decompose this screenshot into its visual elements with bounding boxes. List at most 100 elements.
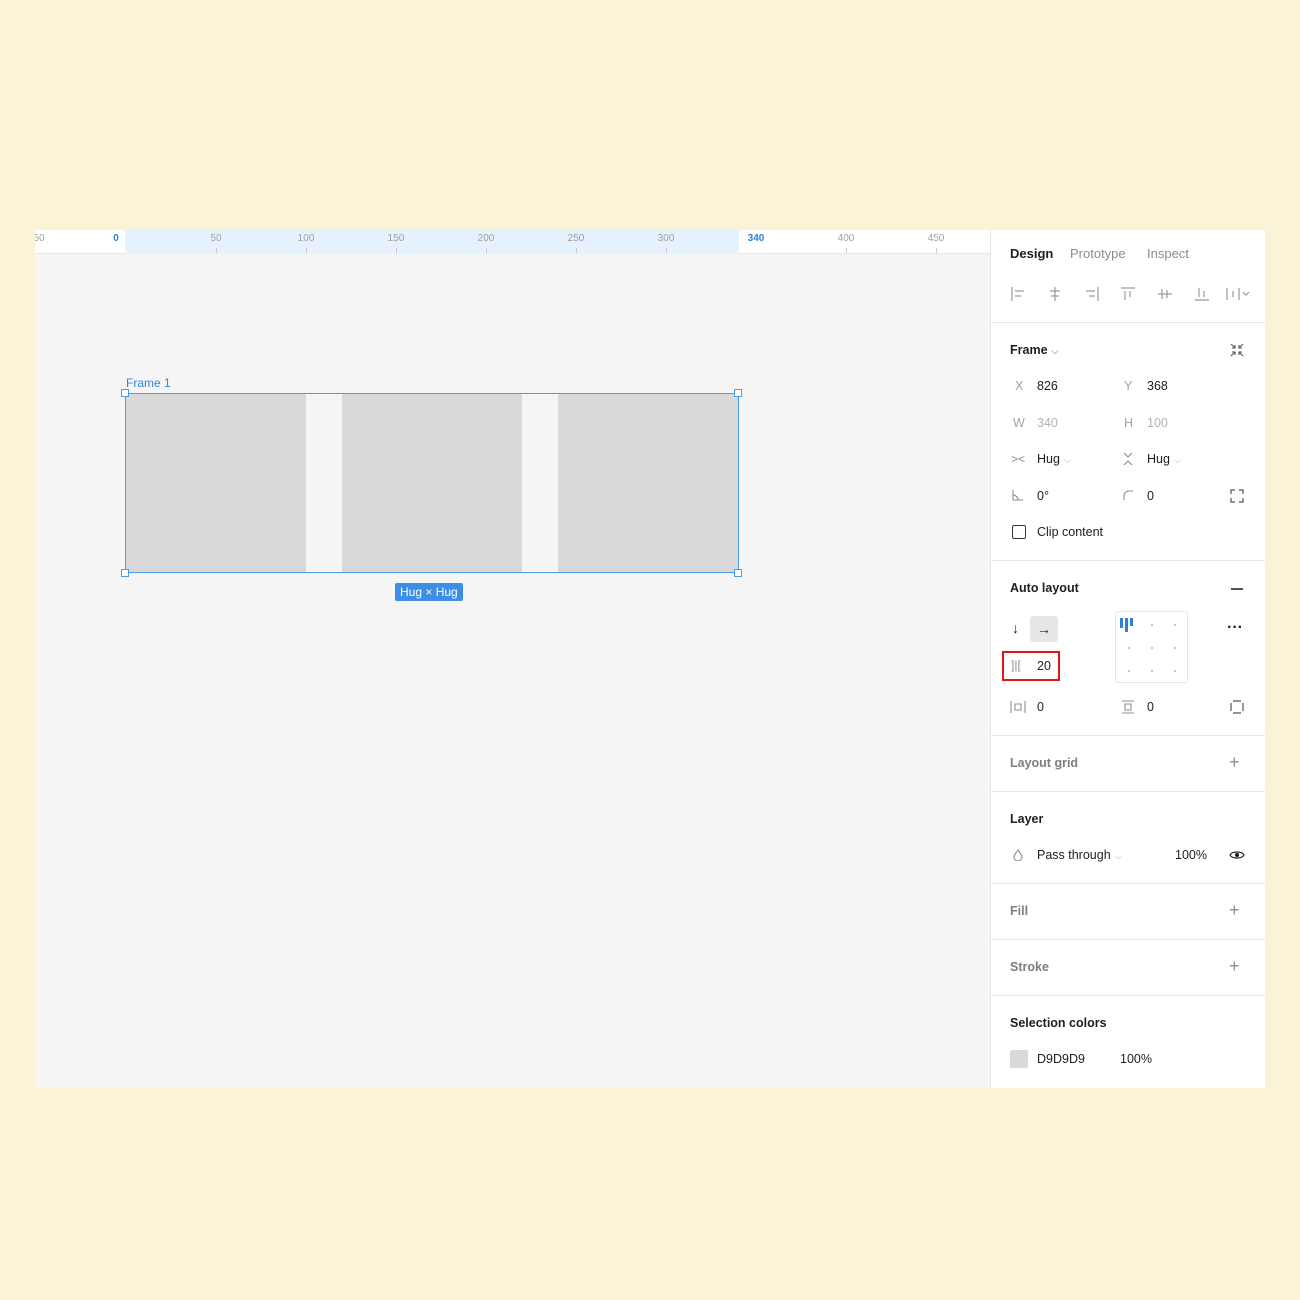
align-top-icon[interactable] — [1120, 286, 1136, 302]
design-panel: Design Prototype Inspect Frame ⌵ X 826 Y … — [990, 230, 1265, 1088]
resize-handle-bottom-right[interactable] — [734, 569, 742, 577]
divider — [991, 995, 1265, 996]
alignment-dot[interactable] — [1128, 647, 1130, 649]
blend-mode-dropdown[interactable]: Pass through ⌵ — [1037, 848, 1122, 862]
ruler-tickmark — [576, 248, 577, 253]
align-right-icon[interactable] — [1084, 286, 1100, 302]
resize-handle-top-right[interactable] — [734, 389, 742, 397]
child-rectangle[interactable] — [341, 394, 523, 572]
h-label: H — [1124, 416, 1134, 430]
layer-title: Layer — [1010, 812, 1044, 826]
selection-color-opacity[interactable]: 100% — [1120, 1052, 1152, 1066]
selected-frame[interactable] — [125, 393, 739, 573]
horizontal-padding-icon — [1010, 701, 1026, 713]
width-mode-dropdown[interactable]: Hug ⌵ — [1037, 452, 1071, 466]
align-vertical-center-icon[interactable] — [1157, 286, 1173, 302]
height-mode-value: Hug — [1147, 452, 1170, 466]
ruler-tick-selection-end: 340 — [747, 233, 765, 244]
horizontal-resizing-icon: >< — [1011, 452, 1026, 466]
height-mode-dropdown[interactable]: Hug ⌵ — [1147, 452, 1181, 466]
distribute-icon[interactable] — [1225, 286, 1251, 302]
ruler-tick: 50 — [35, 233, 45, 244]
layer-opacity-input[interactable]: 100% — [1175, 848, 1207, 862]
horizontal-ruler: 50 0 50 100 150 200 250 300 340 400 450 — [35, 230, 990, 254]
alignment-dot[interactable] — [1128, 670, 1130, 672]
ruler-tickmark — [306, 248, 307, 253]
divider — [991, 735, 1265, 736]
clip-content-checkbox[interactable] — [1012, 525, 1026, 539]
stroke-title: Stroke — [1010, 960, 1049, 974]
remove-auto-layout-icon[interactable] — [1231, 588, 1243, 590]
tab-inspect[interactable]: Inspect — [1147, 246, 1189, 261]
add-layout-grid-icon[interactable]: + — [1229, 753, 1240, 771]
child-rectangle[interactable] — [126, 394, 307, 572]
selection-color-hex[interactable]: D9D9D9 — [1037, 1052, 1085, 1066]
divider — [991, 322, 1265, 323]
align-bottom-icon[interactable] — [1194, 286, 1210, 302]
vertical-resizing-icon — [1123, 452, 1133, 466]
ruler-tickmark — [666, 248, 667, 253]
divider — [991, 560, 1265, 561]
eye-icon[interactable] — [1229, 849, 1245, 861]
divider — [991, 791, 1265, 792]
individual-padding-icon[interactable] — [1230, 700, 1244, 714]
direction-vertical-icon[interactable]: ↓ — [1012, 621, 1019, 635]
resize-to-fit-icon[interactable] — [1229, 342, 1245, 358]
resize-handle-bottom-left[interactable] — [121, 569, 129, 577]
alignment-grid[interactable] — [1115, 611, 1188, 683]
ruler-tickmark — [396, 248, 397, 253]
color-swatch[interactable] — [1010, 1050, 1028, 1068]
alignment-dot[interactable] — [1151, 647, 1153, 649]
tab-design[interactable]: Design — [1010, 246, 1053, 261]
ruler-tick: 200 — [477, 233, 495, 244]
frame-title: Frame — [1010, 343, 1048, 357]
chevron-down-icon: ⌵ — [1114, 851, 1122, 861]
corner-radius-input[interactable]: 0 — [1147, 489, 1154, 503]
alignment-dot[interactable] — [1174, 647, 1176, 649]
selection-colors-title: Selection colors — [1010, 1016, 1107, 1030]
tab-prototype[interactable]: Prototype — [1070, 246, 1126, 261]
gap-input[interactable]: 20 — [1037, 659, 1051, 673]
independent-corners-icon[interactable] — [1230, 489, 1244, 503]
w-input[interactable]: 340 — [1037, 416, 1058, 430]
ruler-tick: 400 — [837, 233, 855, 244]
horizontal-padding-input[interactable]: 0 — [1037, 700, 1044, 714]
add-stroke-icon[interactable]: + — [1229, 957, 1240, 975]
divider — [991, 939, 1265, 940]
alignment-indicator — [1120, 618, 1123, 628]
auto-layout-gap — [306, 394, 342, 572]
vertical-padding-input[interactable]: 0 — [1147, 700, 1154, 714]
ruler-tick: 250 — [567, 233, 585, 244]
frame-name-label[interactable]: Frame 1 — [126, 376, 171, 390]
direction-horizontal-icon[interactable]: → — [1030, 616, 1058, 642]
align-left-icon[interactable] — [1010, 286, 1026, 302]
h-input[interactable]: 100 — [1147, 416, 1168, 430]
more-options-icon[interactable]: ··· — [1227, 620, 1243, 636]
alignment-dot[interactable] — [1151, 670, 1153, 672]
alignment-dot[interactable] — [1174, 670, 1176, 672]
blend-mode-icon — [1013, 849, 1023, 861]
figma-editor: 50 0 50 100 150 200 250 300 340 400 450 … — [35, 230, 1265, 1088]
align-horizontal-center-icon[interactable] — [1047, 286, 1063, 302]
w-label: W — [1013, 416, 1025, 430]
ruler-tick: 150 — [387, 233, 405, 244]
spacing-between-icon: ]|[ — [1011, 658, 1021, 672]
ruler-tick: 300 — [657, 233, 675, 244]
ruler-tick: 50 — [210, 233, 222, 244]
divider — [991, 883, 1265, 884]
layout-grid-title: Layout grid — [1010, 756, 1079, 770]
y-input[interactable]: 368 — [1147, 379, 1168, 393]
alignment-dot[interactable] — [1151, 624, 1153, 626]
add-fill-icon[interactable]: + — [1229, 901, 1240, 919]
rotation-icon — [1012, 490, 1023, 501]
alignment-indicator — [1125, 618, 1128, 632]
frame-section-title[interactable]: Frame ⌵ — [1010, 343, 1058, 357]
x-input[interactable]: 826 — [1037, 379, 1058, 393]
rotation-input[interactable]: 0° — [1037, 489, 1049, 503]
resize-handle-top-left[interactable] — [121, 389, 129, 397]
ruler-tick: 450 — [927, 233, 945, 244]
child-rectangle[interactable] — [557, 394, 738, 572]
chevron-down-icon: ⌵ — [1173, 455, 1181, 465]
chevron-down-icon: ⌵ — [1051, 346, 1059, 356]
alignment-dot[interactable] — [1174, 624, 1176, 626]
